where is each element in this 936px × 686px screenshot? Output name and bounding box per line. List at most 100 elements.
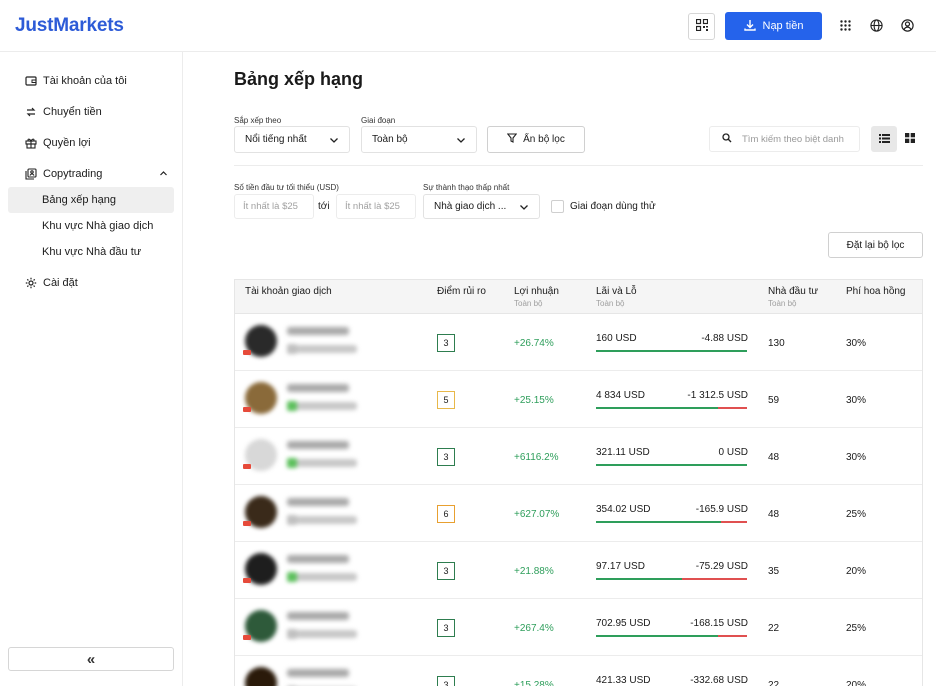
gift-icon — [24, 137, 37, 150]
pnl-loss-value: -75.29 USD — [695, 561, 748, 572]
trader-name-blurred — [287, 441, 349, 449]
list-view-button[interactable] — [871, 126, 897, 152]
sidebar-item-label: Tài khoản của tôi — [43, 75, 127, 87]
trader-level-blurred — [287, 401, 357, 411]
trader-name-blurred — [287, 555, 349, 563]
sidebar-subitem-leaderboard[interactable]: Bảng xếp hạng — [8, 187, 174, 213]
chevron-up-icon[interactable] — [159, 169, 168, 181]
pnl-gain-value: 4 834 USD — [596, 390, 645, 401]
trader-level-blurred — [287, 458, 357, 468]
period-label: Giai đoạn — [361, 116, 396, 125]
pnl-gain-value: 702.95 USD — [596, 618, 651, 629]
sidebar-item-copytrading[interactable]: Copytrading — [8, 161, 174, 187]
pnl-loss-bar — [682, 578, 747, 580]
min-invest-from-input[interactable]: Ít nhất là $25 — [234, 194, 314, 219]
trader-name-blurred — [287, 327, 349, 335]
sidebar-subitem-trader-area[interactable]: Khu vực Nhà giao dịch — [8, 213, 174, 239]
pnl-gain-bar — [596, 464, 747, 466]
pnl-gain-bar — [596, 635, 718, 637]
sidebar-subitem-investor-area[interactable]: Khu vực Nhà đầu tư — [8, 239, 174, 265]
grid-view-button[interactable] — [897, 126, 923, 152]
page-title: Bảng xếp hạng — [234, 69, 364, 89]
brand-logo[interactable]: JustMarkets — [15, 15, 124, 37]
column-header-risk[interactable]: Điểm rủi ro — [437, 286, 486, 297]
min-invest-to-input[interactable]: Ít nhất là $25 — [336, 194, 416, 219]
deposit-button[interactable]: Nạp tiền — [725, 12, 822, 40]
table-row[interactable]: 3 +26.74% 160 USD -4.88 USD 130 30% — [235, 314, 922, 371]
table-row[interactable]: 6 +627.07% 354.02 USD -165.9 USD 48 25% — [235, 485, 922, 542]
chevron-down-icon — [329, 135, 339, 148]
country-flag-icon — [243, 578, 251, 583]
commission-value: 20% — [846, 566, 867, 577]
investors-count: 35 — [768, 566, 780, 577]
copytrading-icon — [24, 168, 37, 181]
min-skill-select[interactable]: Nhà giao dịch ... — [423, 194, 540, 219]
table-row[interactable]: 5 +25.15% 4 834 USD -1 312.5 USD 59 30% — [235, 371, 922, 428]
trial-period-checkbox[interactable] — [551, 200, 564, 213]
collapse-sidebar-button[interactable]: « — [8, 647, 174, 671]
sidebar-item-settings[interactable]: Cài đặt — [8, 270, 174, 296]
country-flag-icon — [243, 407, 251, 412]
investors-count: 22 — [768, 680, 780, 686]
list-view-icon — [878, 130, 890, 148]
pnl-bar — [596, 521, 747, 523]
risk-score-badge: 3 — [437, 562, 455, 580]
reset-filter-button[interactable]: Đặt lại bộ lọc — [828, 232, 923, 258]
table-row[interactable]: 3 +15.28% 421.33 USD -332.68 USD 22 20% — [235, 656, 922, 686]
commission-value: 25% — [846, 509, 867, 520]
column-sublabel: Toàn bộ — [768, 299, 797, 308]
column-header-account[interactable]: Tài khoản giao dịch — [245, 286, 332, 297]
risk-score-badge: 5 — [437, 391, 455, 409]
column-header-commission[interactable]: Phí hoa hồng — [846, 286, 906, 297]
column-header-profit[interactable]: Lợi nhuận Toàn bộ — [514, 286, 559, 308]
sort-label: Sắp xếp theo — [234, 116, 282, 125]
search-icon — [722, 132, 732, 146]
globe-icon[interactable] — [868, 17, 885, 34]
search-input[interactable]: Tìm kiếm theo biệt danh — [709, 126, 860, 152]
download-icon — [743, 19, 756, 34]
pnl-gain-value: 97.17 USD — [596, 561, 645, 572]
pnl-loss-bar — [718, 635, 747, 637]
period-select[interactable]: Toàn bộ — [361, 126, 477, 153]
trader-name-blurred — [287, 384, 349, 392]
table-row[interactable]: 3 +6116.2% 321.11 USD 0 USD 48 30% — [235, 428, 922, 485]
trader-avatar — [245, 667, 277, 686]
qr-code-button[interactable] — [688, 13, 715, 40]
investors-count: 48 — [768, 452, 780, 463]
period-value: Toàn bộ — [372, 134, 408, 145]
table-header: Tài khoản giao dịch Điểm rủi ro Lợi nhuậ… — [235, 280, 922, 314]
apps-grid-icon[interactable] — [837, 17, 854, 34]
profit-value: +267.4% — [514, 623, 554, 634]
sort-select[interactable]: Nổi tiếng nhất — [234, 126, 350, 153]
pnl-gain-value: 354.02 USD — [596, 504, 651, 515]
pnl-bar — [596, 407, 747, 409]
trader-name-blurred — [287, 498, 349, 506]
pnl-bar — [596, 464, 747, 466]
country-flag-icon — [243, 635, 251, 640]
pnl-bar — [596, 578, 747, 580]
column-header-investors[interactable]: Nhà đầu tư Toàn bộ — [768, 286, 818, 308]
hide-filter-button[interactable]: Ẩn bộ lọc — [487, 126, 585, 153]
pnl-loss-value: -165.9 USD — [695, 504, 748, 515]
investors-count: 48 — [768, 509, 780, 520]
transfer-icon — [24, 106, 37, 119]
column-header-pnl[interactable]: Lãi và Lỗ Toàn bộ — [596, 286, 637, 308]
sidebar-item-label: Quyền lợi — [43, 137, 91, 149]
deposit-label: Nạp tiền — [762, 20, 804, 32]
trader-level-blurred — [287, 515, 357, 525]
table-row[interactable]: 3 +267.4% 702.95 USD -168.15 USD 22 25% — [235, 599, 922, 656]
country-flag-icon — [243, 464, 251, 469]
risk-score-badge: 6 — [437, 505, 455, 523]
grid-view-icon — [905, 130, 915, 148]
pnl-gain-bar — [596, 350, 747, 352]
sidebar-item-transfer[interactable]: Chuyển tiền — [8, 99, 174, 125]
pnl-loss-value: -332.68 USD — [690, 675, 748, 686]
sidebar-item-benefits[interactable]: Quyền lợi — [8, 130, 174, 156]
user-account-icon[interactable] — [899, 17, 916, 34]
sidebar-item-my-account[interactable]: Tài khoản của tôi — [8, 68, 174, 94]
column-label: Phí hoa hồng — [846, 286, 906, 297]
trial-period-label: Giai đoạn dùng thử — [570, 201, 656, 212]
table-row[interactable]: 3 +21.88% 97.17 USD -75.29 USD 35 20% — [235, 542, 922, 599]
pnl-gain-value: 321.11 USD — [596, 447, 650, 458]
chevron-down-icon — [456, 135, 466, 148]
